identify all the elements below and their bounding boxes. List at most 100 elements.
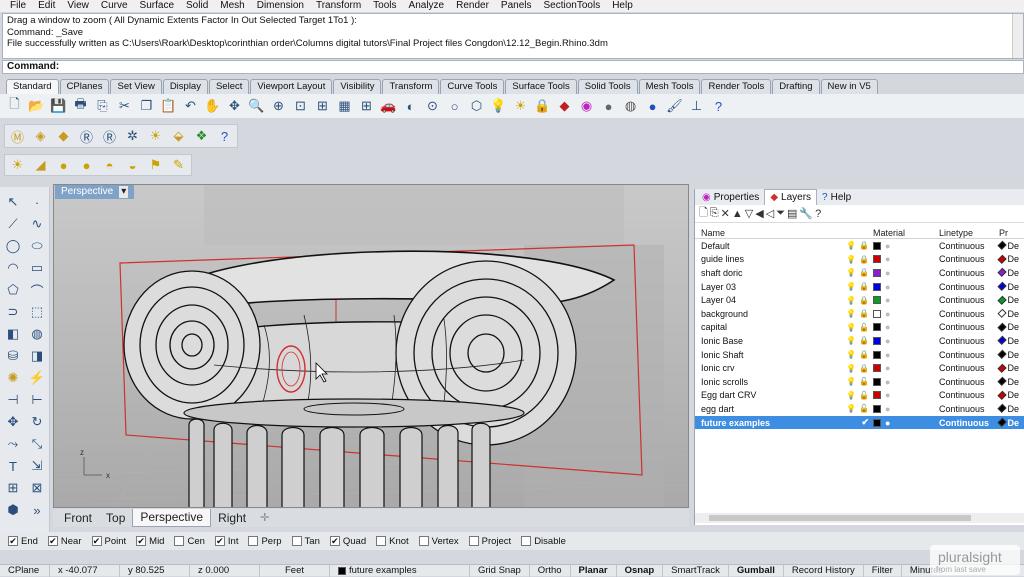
material-circle-icon[interactable]: ●	[885, 241, 890, 251]
filter-icon[interactable]: ⏷	[776, 207, 785, 220]
osnap-point[interactable]: ✔ Point	[91, 536, 126, 547]
visible-bulb-icon[interactable]: 💡	[846, 336, 856, 345]
layers-scrollbar[interactable]	[695, 513, 1024, 523]
layer-name[interactable]: Ionic crv	[695, 363, 825, 373]
tab-surface-tools[interactable]: Surface Tools	[505, 79, 577, 94]
print-color-icon[interactable]	[997, 363, 1008, 373]
checkbox[interactable]	[418, 536, 429, 546]
linear-light-icon[interactable]: ⚑	[145, 155, 166, 175]
visible-bulb-icon[interactable]: 💡	[846, 309, 856, 318]
visible-bulb-icon[interactable]: 💡	[846, 364, 856, 373]
print-color-icon[interactable]	[997, 268, 1008, 278]
material-circle-icon[interactable]: ●	[885, 322, 890, 332]
layer-color-swatch[interactable]	[873, 296, 881, 305]
mesh-icon[interactable]: ⬡	[466, 96, 487, 116]
checkbox[interactable]: ✔	[136, 536, 147, 546]
material-circle-icon[interactable]: ●	[885, 377, 890, 387]
tab-perspective-view[interactable]: Perspective	[132, 509, 212, 527]
current-check-icon[interactable]: ✔	[861, 417, 869, 428]
layer-row[interactable]: egg dart 💡 🔓 ● Continuous De	[695, 402, 1024, 416]
material-circle-icon[interactable]: ●	[885, 282, 890, 292]
layer-color-swatch[interactable]	[873, 364, 881, 373]
menu-file[interactable]: File	[4, 0, 32, 12]
light-icon[interactable]: 💡	[488, 96, 509, 116]
osnap-near[interactable]: ✔ Near	[47, 536, 82, 547]
layer-linetype[interactable]: Continuous	[937, 268, 999, 278]
print-color-icon[interactable]	[997, 241, 1008, 251]
save-icon[interactable]: 💾	[48, 96, 69, 116]
tab-new-in-v5[interactable]: New in V5	[820, 79, 878, 94]
surface-icon[interactable]: ⬚	[25, 301, 49, 323]
rectangle-icon[interactable]: ▭	[25, 257, 49, 279]
layer-row[interactable]: future examples ✔ ● Continuous De	[695, 415, 1024, 430]
print-color-icon[interactable]	[997, 390, 1008, 401]
print-color-icon[interactable]	[997, 336, 1008, 346]
zoom-all-icon[interactable]: ⊞	[312, 96, 333, 116]
menu-sectiontools[interactable]: SectionTools	[538, 0, 607, 12]
material-circle-icon[interactable]: ●	[885, 363, 890, 373]
layer-states-icon[interactable]: ▤	[787, 207, 797, 220]
material-circle-icon[interactable]: ●	[885, 268, 890, 278]
render-preview-icon[interactable]: ◐	[400, 96, 421, 116]
visible-bulb-icon[interactable]: 💡	[846, 404, 856, 413]
layer-linetype[interactable]: Continuous	[937, 336, 999, 346]
command-input[interactable]: Command:	[2, 60, 1024, 74]
material-circle-icon[interactable]: ●	[885, 418, 890, 428]
spotlight-icon[interactable]: ✲	[122, 126, 143, 146]
print-color-icon[interactable]	[997, 376, 1008, 387]
layer-linetype[interactable]: Continuous	[937, 295, 999, 305]
layer-color-swatch[interactable]	[873, 404, 881, 413]
light-edit-icon[interactable]: ✎	[168, 155, 189, 175]
tab-cplanes[interactable]: CPlanes	[59, 79, 110, 94]
smarttrack-toggle[interactable]: SmartTrack	[663, 564, 729, 577]
visible-bulb-icon[interactable]: 💡	[846, 391, 856, 400]
menu-surface[interactable]: Surface	[134, 0, 180, 12]
viewport-title[interactable]: Perspective ▾	[55, 185, 135, 199]
new-sublayer-icon[interactable]: ⎘	[710, 207, 719, 220]
bulb-icon[interactable]: ☀	[510, 96, 531, 116]
checkbox[interactable]: ✔	[47, 536, 58, 546]
osnap-tan[interactable]: Tan	[291, 536, 320, 547]
tab-select[interactable]: Select	[208, 79, 250, 94]
curve-icon[interactable]: ∿	[25, 213, 49, 235]
header-print[interactable]: Pr	[999, 227, 1019, 238]
layer-linetype[interactable]: Continuous	[937, 350, 999, 360]
gumball-toggle[interactable]: Gumball	[729, 564, 784, 577]
shaded-icon[interactable]: ◍	[620, 96, 641, 116]
point-icon[interactable]: ·	[25, 191, 49, 213]
layer-name[interactable]: Layer 04	[695, 295, 825, 305]
layer-name[interactable]: Ionic Base	[695, 336, 825, 346]
directional-light-icon[interactable]: ◢	[30, 155, 51, 175]
array-icon[interactable]: ⤳	[1, 433, 25, 455]
menu-curve[interactable]: Curve	[95, 0, 134, 12]
box-icon[interactable]: ◧	[1, 323, 25, 345]
menu-mesh[interactable]: Mesh	[214, 0, 250, 12]
layer-name[interactable]: background	[695, 309, 825, 319]
checkbox[interactable]: ✔	[329, 536, 340, 546]
split-icon[interactable]: ⊣	[1, 389, 25, 411]
move-parent-icon[interactable]: ◁	[766, 207, 774, 220]
environment-icon[interactable]: ⬙	[168, 126, 189, 146]
open-icon[interactable]: 📂	[26, 96, 47, 116]
tab-viewport-layout[interactable]: Viewport Layout	[250, 79, 333, 94]
current-layer[interactable]: future examples	[330, 564, 470, 577]
layer-linetype[interactable]: Continuous	[937, 418, 999, 428]
trim-icon[interactable]: ⚡	[25, 367, 49, 389]
layer-name[interactable]: egg dart	[695, 404, 825, 414]
visible-bulb-icon[interactable]: 💡	[846, 282, 856, 291]
header-material[interactable]: Material	[873, 227, 937, 238]
delete-layer-icon[interactable]: ✕	[721, 207, 730, 220]
move-up-icon[interactable]: ▲	[732, 208, 743, 220]
menu-transform[interactable]: Transform	[310, 0, 367, 12]
layer-name[interactable]: Layer 03	[695, 282, 825, 292]
layer-linetype[interactable]: Continuous	[937, 282, 999, 292]
planar-toggle[interactable]: Planar	[571, 564, 617, 577]
cube-icon[interactable]: ⬢	[1, 499, 25, 521]
history-scrollbar[interactable]	[1012, 14, 1023, 58]
add-viewport-tab-icon[interactable]: ✛	[253, 510, 276, 527]
layer-linetype[interactable]: Continuous	[937, 322, 999, 332]
spot-light-icon[interactable]: ◓	[99, 155, 120, 175]
layer-color-swatch[interactable]	[873, 241, 881, 250]
unlocked-icon[interactable]: 🔓	[859, 404, 869, 413]
tab-mesh-tools[interactable]: Mesh Tools	[638, 79, 701, 94]
